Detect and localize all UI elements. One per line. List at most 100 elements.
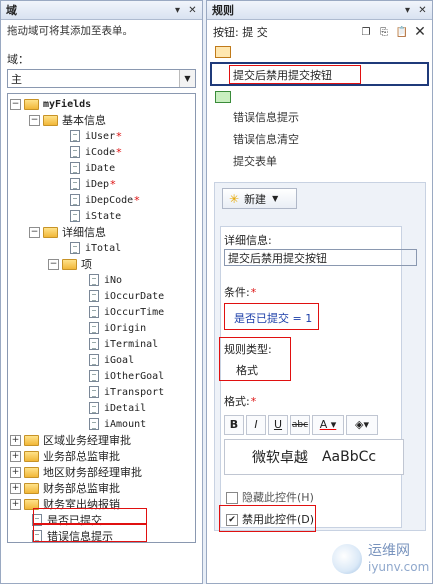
dropdown-icon[interactable]: ▾ xyxy=(171,4,184,17)
expand-icon[interactable]: + xyxy=(10,450,21,462)
copy-icon[interactable]: ❐ xyxy=(358,26,374,39)
close-icon[interactable]: ✕ xyxy=(186,4,199,17)
data-source-select[interactable]: 主 ▼ xyxy=(7,69,196,88)
folder-icon xyxy=(24,466,39,478)
field-icon xyxy=(89,402,99,414)
tree-node[interactable]: iDetail xyxy=(89,400,146,416)
field-icon xyxy=(70,242,80,254)
tree-node[interactable]: − 项 xyxy=(48,256,92,272)
detail-input[interactable]: 提交后禁用提交按钮 xyxy=(224,249,417,266)
format-label-text: 格式: xyxy=(224,395,250,408)
tree-node[interactable]: + 财务部总监审批 xyxy=(10,480,120,496)
collapse-icon[interactable]: − xyxy=(29,226,40,238)
tree-node[interactable]: iTotal xyxy=(70,240,121,256)
action-item[interactable]: 错误信息提示 xyxy=(233,109,299,125)
tree-node[interactable]: iGoal xyxy=(89,352,134,368)
underline-button[interactable]: U xyxy=(268,414,288,435)
font-color-button[interactable]: A ▾ xyxy=(312,414,344,435)
fields-titlebar: 域 ▾ ✕ xyxy=(1,1,202,20)
disable-control-option[interactable]: ✔ 禁用此控件(D) xyxy=(226,511,314,527)
required-marker: * xyxy=(116,129,122,143)
copy-rule-icon[interactable]: ⎘ xyxy=(376,26,392,39)
tree-node[interactable]: iDate xyxy=(70,160,115,176)
strikethrough-button[interactable]: abc xyxy=(290,414,310,435)
folder-icon xyxy=(24,98,39,110)
tree-node[interactable]: iTerminal xyxy=(89,336,158,352)
folder-icon xyxy=(24,434,39,446)
tree-node[interactable]: iUser * xyxy=(70,128,122,144)
tree-node[interactable]: + 业务部总监审批 xyxy=(10,448,120,464)
field-icon xyxy=(89,306,99,318)
tree-node-label: iOccurDate xyxy=(104,290,165,302)
expand-icon[interactable]: + xyxy=(10,482,21,494)
tree-node[interactable]: iOrigin xyxy=(89,320,146,336)
condition-label: 条件:* xyxy=(224,284,256,300)
tree-node-label: iCode xyxy=(85,146,116,158)
tree-node-label: iDetail xyxy=(104,402,147,414)
tree-node-label: 地区财务部经理审批 xyxy=(43,466,142,479)
format-toolbar: B I U abc A ▾ ◈▾ xyxy=(224,413,394,436)
action-item[interactable]: 错误信息清空 xyxy=(233,131,299,147)
collapse-icon[interactable]: − xyxy=(29,114,40,126)
tree-node[interactable]: − 基本信息 xyxy=(29,112,106,128)
tree-node[interactable]: − myFields xyxy=(10,96,91,112)
tree-node[interactable]: iCode * xyxy=(70,144,122,160)
watermark: 运维网 iyunv.com xyxy=(332,538,429,580)
tree-node-label: 详细信息 xyxy=(62,226,106,239)
field-icon xyxy=(89,370,99,382)
highlight-error-field xyxy=(33,524,147,542)
rule-type-label: 规则类型: xyxy=(224,343,272,356)
paste-icon[interactable]: 📋 xyxy=(394,26,410,39)
globe-icon xyxy=(332,544,362,574)
tree-node-label: myFields xyxy=(43,98,92,110)
close-icon[interactable]: ✕ xyxy=(416,4,429,17)
data-source-value: 主 xyxy=(11,72,22,86)
tree-node[interactable]: + 区域业务经理审批 xyxy=(10,432,131,448)
field-label: 域： xyxy=(7,53,29,66)
fields-title: 域 xyxy=(6,4,17,17)
close-icon[interactable]: ✕ xyxy=(412,25,428,39)
bold-button[interactable]: B xyxy=(224,414,244,435)
drag-hint: 拖动域可将其添加至表单。 xyxy=(7,25,133,37)
condition-link[interactable]: 是否已提交 = 1 xyxy=(234,310,312,326)
collapse-icon[interactable]: − xyxy=(10,98,21,110)
required-marker: * xyxy=(116,145,122,159)
tree-node[interactable]: iOccurTime xyxy=(89,304,164,320)
tree-node[interactable]: iDepCode * xyxy=(70,192,140,208)
tree-node[interactable]: iAmount xyxy=(89,416,146,432)
selected-rule-label: 提交后禁用提交按钮 xyxy=(233,69,332,82)
tree-node[interactable]: iDep * xyxy=(70,176,116,192)
tree-node[interactable]: − 详细信息 xyxy=(29,224,106,240)
folder-icon xyxy=(24,482,39,494)
italic-button[interactable]: I xyxy=(246,414,266,435)
expand-icon[interactable]: + xyxy=(10,434,21,446)
disable-checkbox[interactable]: ✔ xyxy=(226,514,238,526)
tree-node[interactable]: + 地区财务部经理审批 xyxy=(10,464,142,480)
fields-pane: 域 ▾ ✕ 拖动域可将其添加至表单。 域： 主 ▼ − myFields − 基本信息… xyxy=(0,0,203,584)
hide-checkbox[interactable] xyxy=(226,492,238,504)
tree-node[interactable]: iOccurDate xyxy=(89,288,164,304)
fill-color-button[interactable]: ◈▾ xyxy=(346,414,378,435)
tree-node[interactable]: iNo xyxy=(89,272,122,288)
new-button[interactable]: ✳ 新建 ▼ xyxy=(222,188,297,209)
hide-control-option[interactable]: 隐藏此控件(H) xyxy=(226,489,314,505)
tree-node-label: iOccurTime xyxy=(104,306,165,318)
rules-titlebar: 规则 ▾ ✕ xyxy=(207,1,432,20)
field-tree[interactable]: − myFields − 基本信息 iUser * iCode * iDate iDep * iDep… xyxy=(7,93,196,543)
chevron-down-icon[interactable]: ▼ xyxy=(179,70,195,87)
tree-node[interactable]: iTransport xyxy=(89,384,164,400)
action-item[interactable]: 提交表单 xyxy=(233,153,277,169)
tree-node-label: 业务部总监审批 xyxy=(43,450,120,463)
expand-icon[interactable]: + xyxy=(10,498,21,510)
tree-node-label: iTransport xyxy=(104,386,165,398)
collapse-icon[interactable]: − xyxy=(48,258,59,270)
field-icon xyxy=(89,274,99,286)
rule-icon xyxy=(215,46,231,58)
condition-label-text: 条件: xyxy=(224,286,250,299)
dropdown-icon[interactable]: ▾ xyxy=(401,4,414,17)
tree-node[interactable]: iOtherGoal xyxy=(89,368,164,384)
expand-icon[interactable]: + xyxy=(10,466,21,478)
tree-node-label: iTotal xyxy=(85,242,122,254)
field-icon xyxy=(70,130,80,142)
tree-node[interactable]: iState xyxy=(70,208,121,224)
